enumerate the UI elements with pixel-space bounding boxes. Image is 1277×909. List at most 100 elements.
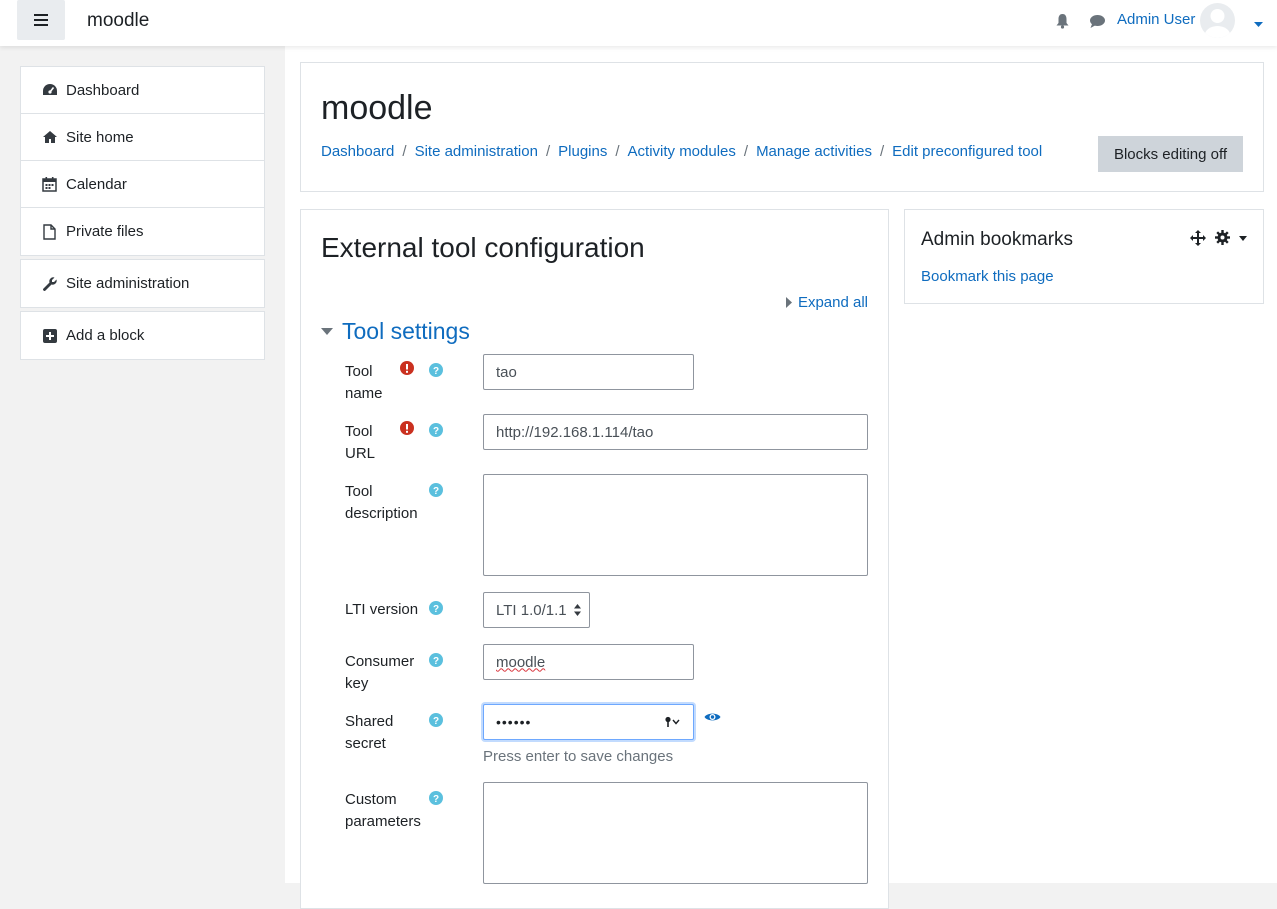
sidebar-item-add-block[interactable]: Add a block xyxy=(21,312,264,359)
help-icon[interactable]: ? xyxy=(429,791,443,805)
sidebar-item-site-home[interactable]: Site home xyxy=(21,114,264,161)
breadcrumb-dashboard[interactable]: Dashboard xyxy=(321,143,394,160)
tool-description-textarea[interactable] xyxy=(483,474,868,576)
nav-group-main: Dashboard Site home Calendar Private fil… xyxy=(20,66,265,256)
main-region: moodle Dashboard / Site administration / Plu… xyxy=(285,46,1277,909)
sidebar-item-label: Site home xyxy=(66,128,134,146)
sidebar-item-label: Dashboard xyxy=(66,81,140,99)
required-icon xyxy=(400,421,414,435)
breadcrumb: Dashboard / Site administration / Plugins / Ac… xyxy=(321,143,1042,160)
svg-text:?: ? xyxy=(433,426,439,437)
nav-group-admin: Site administration xyxy=(20,259,265,308)
custom-parameters-textarea[interactable] xyxy=(483,782,868,884)
user-avatar[interactable] xyxy=(1200,3,1235,38)
nav-group-add-block: Add a block xyxy=(20,311,265,360)
field-label: Tool description xyxy=(345,483,418,522)
consumer-key-input[interactable]: moodle xyxy=(483,644,694,680)
breadcrumb-separator: / xyxy=(879,143,885,160)
notifications-button[interactable] xyxy=(1055,13,1070,33)
user-menu-toggle[interactable] xyxy=(1254,15,1263,32)
help-icon[interactable]: ? xyxy=(429,601,443,615)
plus-square-icon xyxy=(41,328,58,344)
nav-drawer: Dashboard Site home Calendar Private fil… xyxy=(0,46,285,883)
breadcrumb-plugins[interactable]: Plugins xyxy=(558,143,607,160)
lti-version-value: LTI 1.0/1.1 xyxy=(496,601,567,619)
sidebar-item-private-files[interactable]: Private files xyxy=(21,208,264,255)
expand-all-label: Expand all xyxy=(797,294,868,311)
expand-all-link[interactable]: Expand all xyxy=(785,294,868,311)
svg-text:?: ? xyxy=(433,486,439,497)
breadcrumb-site-administration[interactable]: Site administration xyxy=(415,143,538,160)
field-label: Custom parameters xyxy=(345,791,421,830)
calendar-icon xyxy=(41,176,58,192)
messages-button[interactable] xyxy=(1089,14,1106,33)
eye-icon[interactable] xyxy=(704,711,721,723)
bookmark-this-page-link[interactable]: Bookmark this page xyxy=(921,268,1054,285)
form-heading: External tool configuration xyxy=(321,232,645,263)
gear-icon[interactable] xyxy=(1215,230,1230,245)
select-arrows-icon xyxy=(574,604,581,616)
sidebar-item-site-administration[interactable]: Site administration xyxy=(21,260,264,307)
help-icon[interactable]: ? xyxy=(429,713,443,727)
secret-hint: Press enter to save changes xyxy=(483,748,674,765)
move-icon[interactable] xyxy=(1190,230,1206,246)
help-icon[interactable]: ? xyxy=(429,423,443,437)
caret-down-icon xyxy=(1254,22,1263,27)
breadcrumb-separator: / xyxy=(743,143,749,160)
wrench-icon xyxy=(41,276,58,292)
svg-text:?: ? xyxy=(433,794,439,805)
breadcrumb-edit-preconfigured-tool[interactable]: Edit preconfigured tool xyxy=(892,143,1042,160)
field-label: Tool URL xyxy=(345,423,376,462)
caret-down-icon[interactable] xyxy=(1239,236,1247,241)
help-icon[interactable]: ? xyxy=(429,363,443,377)
tool-name-input[interactable]: tao xyxy=(483,354,694,390)
breadcrumb-separator: / xyxy=(545,143,551,160)
consumer-key-value: moodle xyxy=(496,653,546,671)
help-icon[interactable]: ? xyxy=(429,483,443,497)
sidebar-item-calendar[interactable]: Calendar xyxy=(21,161,264,208)
section-title: Tool settings xyxy=(342,318,470,344)
breadcrumb-manage-activities[interactable]: Manage activities xyxy=(756,143,872,160)
user-name[interactable]: Admin User xyxy=(1117,11,1195,28)
svg-text:?: ? xyxy=(433,716,439,727)
menu-button[interactable] xyxy=(17,0,65,40)
page-header: moodle Dashboard / Site administration / Plu… xyxy=(300,62,1264,192)
bell-icon xyxy=(1056,14,1069,29)
chat-icon xyxy=(1090,15,1105,28)
blocks-editing-button[interactable]: Blocks editing off xyxy=(1098,136,1243,172)
breadcrumb-separator: / xyxy=(615,143,620,160)
menu-icon xyxy=(34,14,48,26)
sidebar-item-label: Add a block xyxy=(66,327,145,344)
shared-secret-value: •••••• xyxy=(496,714,532,730)
sidebar-item-label: Private files xyxy=(66,223,144,240)
field-label: LTI version xyxy=(345,601,419,618)
field-label: Tool name xyxy=(345,363,383,402)
top-navbar: moodle Admin User xyxy=(0,0,1277,46)
page-title: moodle xyxy=(321,89,433,127)
shared-secret-input[interactable]: •••••• xyxy=(483,704,694,740)
block-title: Admin bookmarks xyxy=(921,229,1074,250)
home-icon xyxy=(41,129,58,145)
svg-text:?: ? xyxy=(433,656,439,667)
svg-text:?: ? xyxy=(433,604,439,615)
sidebar-item-label: Site administration xyxy=(66,275,190,292)
key-dropdown-icon[interactable] xyxy=(665,716,681,728)
help-icon[interactable]: ? xyxy=(429,653,443,667)
breadcrumb-separator: / xyxy=(402,143,407,160)
sidebar-item-dashboard[interactable]: Dashboard xyxy=(21,67,264,114)
field-label: Shared secret xyxy=(345,713,394,752)
field-label: Consumer key xyxy=(345,653,415,692)
svg-text:?: ? xyxy=(433,366,439,377)
tool-url-input[interactable]: http://192.168.1.114/tao xyxy=(483,414,868,450)
file-icon xyxy=(41,223,58,240)
lti-version-select[interactable]: LTI 1.0/1.1 xyxy=(483,592,590,628)
section-toggle-tool-settings[interactable]: Tool settings xyxy=(321,318,470,345)
breadcrumb-activity-modules[interactable]: Activity modules xyxy=(628,143,736,160)
site-brand[interactable]: moodle xyxy=(87,10,149,32)
admin-bookmarks-block: Admin bookmarks Bookmark this page xyxy=(904,209,1264,304)
caret-down-icon xyxy=(321,328,333,335)
tool-config-form: External tool configuration Expand all T… xyxy=(300,209,889,909)
required-icon xyxy=(400,361,414,375)
sidebar-item-label: Calendar xyxy=(66,175,127,193)
dashboard-icon xyxy=(41,82,58,98)
